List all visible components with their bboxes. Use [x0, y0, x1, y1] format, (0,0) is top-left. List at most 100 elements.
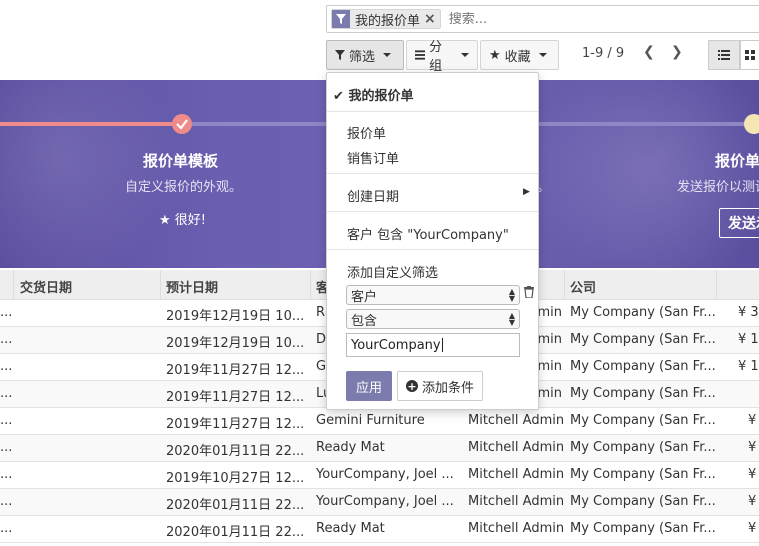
cell-amount: ¥ — [748, 521, 757, 536]
groupby-button[interactable]: 分组 — [406, 40, 478, 74]
search-facet: 我的报价单 × — [331, 9, 441, 29]
facet-remove-icon[interactable]: × — [424, 11, 440, 27]
check-icon: ✔ — [333, 89, 344, 104]
step3-subtitle: 发送报价以测试 — [677, 180, 759, 195]
favorites-label: 收藏 — [504, 49, 531, 65]
facet-label: 我的报价单 — [355, 13, 421, 29]
trash-icon[interactable] — [524, 286, 534, 302]
menu-item-label: 创建日期 — [347, 190, 400, 205]
cell-date: 2020年01月11日 22... — [166, 444, 305, 459]
menu-item-sales-orders[interactable]: 销售订单 — [347, 148, 399, 167]
star-icon: ★ — [489, 47, 501, 63]
bars-icon — [415, 50, 426, 60]
cell-customer: G — [316, 359, 327, 374]
table-row[interactable]: ... 2019年10月27日 12... YourCompany, Joel … — [0, 462, 759, 489]
cell-amount: ¥ — [748, 467, 757, 482]
cell-amount: ¥ — [748, 413, 757, 428]
select-arrows-icon: ▲ ▼ — [508, 287, 515, 303]
menu-item-my-quotations[interactable]: ✔ 我的报价单 — [333, 85, 413, 104]
plus-circle-icon: + — [406, 379, 418, 393]
operator-select[interactable]: 包含 ▲ ▼ — [346, 309, 520, 329]
cell-company: My Company (San Fr... — [570, 359, 716, 374]
pager-value[interactable]: 1-9 / 9 — [582, 46, 624, 61]
caret-right-icon: ▶ — [523, 187, 530, 197]
step3-title[interactable]: 报价单 — [715, 150, 759, 171]
value-input[interactable]: YourCompany — [346, 333, 520, 357]
step3-send-button[interactable]: 发送示 — [719, 208, 759, 238]
table-row[interactable]: ... 2019年11月27日 12... Gemini Furniture M… — [0, 408, 759, 435]
cell-salesperson: Mitchell Admin — [468, 467, 565, 482]
cell-company: My Company (San Fr... — [570, 467, 716, 482]
filter-button[interactable]: 筛选 — [326, 40, 404, 70]
row-overflow: ... — [0, 305, 13, 320]
favorites-button[interactable]: ★ 收藏 — [480, 40, 559, 70]
column-header-company[interactable]: 公司 — [570, 277, 596, 296]
cell-customer: Gemini Furniture — [316, 413, 425, 428]
cell-date: 2019年10月27日 12... — [166, 471, 305, 486]
row-overflow: ... — [0, 440, 13, 455]
cell-company: My Company (San Fr... — [570, 386, 716, 401]
apply-button[interactable]: 应用 — [346, 371, 392, 401]
groupby-label: 分组 — [429, 40, 443, 74]
kanban-view-button[interactable] — [740, 40, 759, 70]
column-header-delivery-date[interactable]: 交货日期 — [20, 277, 72, 296]
step1-subtitle: 自定义报价的外观。 — [125, 180, 243, 195]
menu-item-creation-date[interactable]: 创建日期 ▶ — [347, 186, 530, 205]
chevron-right-icon[interactable]: ❯ — [671, 44, 683, 60]
table-row[interactable]: ... 2020年01月11日 22... YourCompany, Joel … — [0, 489, 759, 516]
field-select[interactable]: 客户 ▲ ▼ — [346, 285, 520, 305]
cell-salesperson: Mitchell Admin — [468, 413, 565, 428]
cell-date: 2019年11月27日 12... — [166, 390, 305, 405]
column-header-expected-date[interactable]: 预计日期 — [166, 277, 218, 296]
table-row[interactable]: ... 2020年01月11日 22... Ready Mat Mitchell… — [0, 435, 759, 462]
cell-amount: ¥ 1 — [738, 359, 759, 374]
add-custom-filter-toggle[interactable]: 添加自定义筛选 — [347, 262, 438, 281]
filter-label: 筛选 — [349, 49, 376, 65]
star-icon: ★ — [159, 213, 171, 228]
cell-customer: R — [316, 305, 326, 320]
chevron-down-icon — [461, 53, 469, 57]
cell-date: 2019年11月27日 12... — [166, 417, 305, 432]
filter-icon — [335, 50, 345, 60]
text-cursor — [441, 338, 443, 352]
step1-done-link: ★ 很好! — [159, 209, 206, 228]
cell-customer: YourCompany, Joel ... — [316, 467, 454, 482]
cell-date: 2019年12月19日 10... — [166, 309, 305, 324]
search-bar[interactable]: 我的报价单 × — [326, 5, 759, 33]
chevron-down-icon — [383, 53, 392, 57]
cell-amount: ¥ 3 — [738, 305, 759, 320]
menu-item-custom-filter[interactable]: 客户 包含 "YourCompany" — [347, 224, 509, 243]
row-overflow: ... — [0, 332, 13, 347]
filter-icon — [332, 10, 350, 28]
add-condition-label: 添加条件 — [422, 380, 475, 396]
chevron-down-icon — [538, 53, 547, 57]
divider — [327, 249, 538, 250]
column-separator — [13, 270, 14, 300]
divider — [327, 211, 538, 212]
step1-done-label: 很好! — [174, 213, 207, 228]
table-row[interactable]: ... 2020年01月11日 22... Ready Mat Mitchell… — [0, 516, 759, 543]
cell-date: 2020年01月11日 22... — [166, 498, 305, 513]
cell-company: My Company (San Fr... — [570, 494, 716, 509]
cell-date: 2019年12月19日 10... — [166, 336, 305, 351]
cell-amount: ¥ — [748, 494, 757, 509]
cell-company: My Company (San Fr... — [570, 413, 716, 428]
grid-icon — [745, 50, 755, 60]
operator-select-value: 包含 — [351, 313, 378, 329]
column-separator — [564, 270, 565, 300]
search-input[interactable] — [448, 11, 649, 27]
filter-dropdown-menu: ✔ 我的报价单 报价单 销售订单 创建日期 ▶ 客户 包含 "YourCompa… — [326, 72, 539, 410]
column-separator — [160, 270, 161, 300]
step1-title[interactable]: 报价单模板 — [143, 150, 218, 171]
cell-amount: ¥ 1 — [738, 332, 759, 347]
progress-line-done — [0, 122, 182, 126]
row-overflow: ... — [0, 494, 13, 509]
value-input-text: YourCompany — [351, 337, 441, 353]
add-condition-button[interactable]: + 添加条件 — [397, 371, 484, 401]
cell-customer: D — [316, 332, 327, 347]
cell-customer: Ready Mat — [316, 521, 385, 536]
menu-item-quotations[interactable]: 报价单 — [347, 123, 386, 142]
chevron-left-icon[interactable]: ❮ — [643, 44, 655, 60]
list-view-button[interactable] — [708, 40, 740, 70]
step3-dot-icon — [744, 114, 759, 134]
